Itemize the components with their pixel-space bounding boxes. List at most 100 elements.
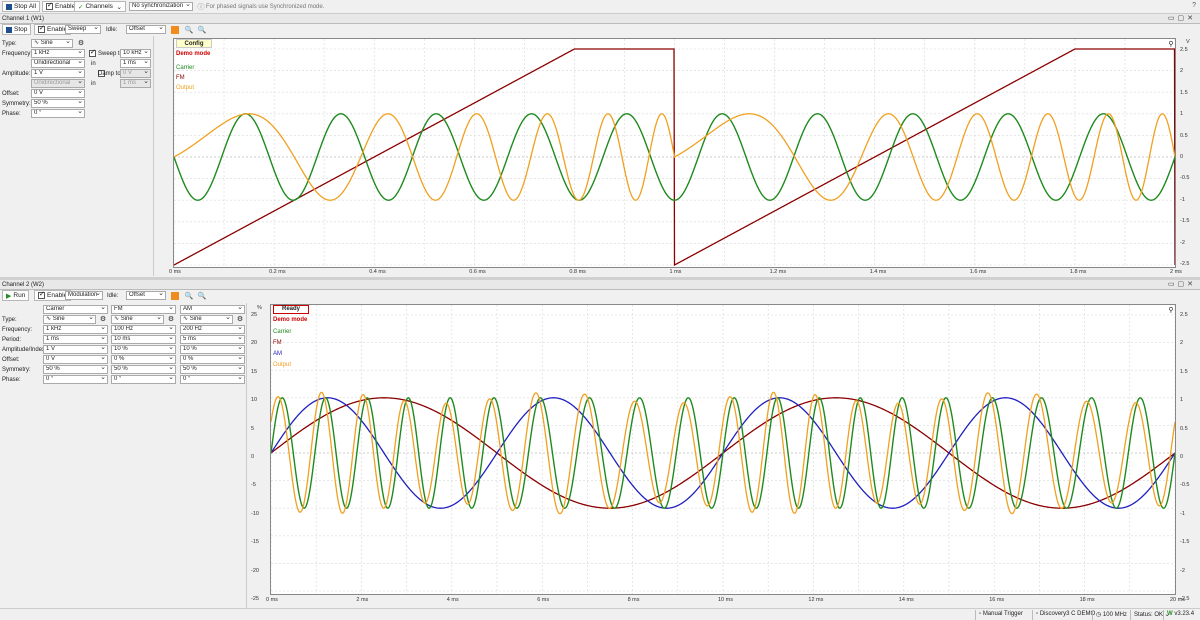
ch2-window-buttons[interactable]: ▭▢✕ bbox=[1168, 280, 1196, 288]
ch2-yr-tick-label: -1.5 bbox=[1180, 539, 1190, 546]
settings-icon[interactable]: ⚙ bbox=[166, 314, 176, 324]
sync-select[interactable]: No synchronization bbox=[129, 2, 193, 11]
ch2-legend-fm: FM bbox=[273, 340, 282, 346]
ch1-zoom-icon[interactable]: ⚲ bbox=[1166, 39, 1176, 49]
sine-icon: ∿ bbox=[183, 316, 189, 322]
ch1-x-tick-label: 1.6 ms bbox=[969, 269, 987, 275]
ch1-window-buttons[interactable]: ▭▢✕ bbox=[1168, 14, 1196, 22]
ch2-zoom-icon[interactable]: ⚲ bbox=[1166, 305, 1176, 315]
zoom-out-icon[interactable]: 🔍 bbox=[197, 291, 207, 301]
ch1-x-tick-label: 0 ms bbox=[169, 269, 181, 275]
ch2-col-header-1[interactable]: FM bbox=[111, 305, 176, 314]
ch1-y-tick-label: -2 bbox=[1180, 239, 1185, 246]
ch2-param-input[interactable]: 50 % bbox=[43, 365, 108, 374]
ch2-yl-tick-label: 20 bbox=[251, 340, 258, 347]
ch1-x-tick-label: 1 ms bbox=[669, 269, 682, 275]
ch1-damp-to-input[interactable]: 0 V bbox=[120, 69, 151, 78]
zoom-out-icon[interactable]: 🔍 bbox=[197, 25, 207, 35]
settings-icon[interactable]: ⚙ bbox=[235, 314, 245, 324]
ch2-yr-tick-label: 0.5 bbox=[1180, 425, 1188, 432]
ch2-param-input[interactable]: 0 % bbox=[180, 355, 245, 364]
ch2-col-header-0[interactable]: Carrier bbox=[43, 305, 108, 314]
ch1-in-input[interactable]: 1 ms bbox=[120, 59, 151, 68]
ch1-direction-select[interactable]: Unidirectional bbox=[31, 59, 85, 68]
ch2-param-input[interactable]: ∿ Sine bbox=[43, 315, 96, 324]
sweep-checkbox[interactable] bbox=[89, 48, 96, 57]
ch1-sym-input[interactable]: 50 % bbox=[31, 99, 85, 108]
freq-label: Frequency: bbox=[2, 51, 33, 57]
ch2-x-tick-label: 6 ms bbox=[537, 597, 550, 603]
ch2-param-input[interactable]: 5 ms bbox=[180, 335, 245, 344]
ch2-param-input[interactable]: 1 V bbox=[43, 345, 108, 354]
stop-all-button[interactable]: Stop All bbox=[2, 1, 41, 12]
ch2-param-input[interactable]: 0 % bbox=[111, 355, 176, 364]
channels-button[interactable]: ✓ Channels ⌄ bbox=[74, 1, 126, 12]
ch1-in2-input[interactable]: 1 ms bbox=[120, 79, 151, 88]
ch1-sweep-to-input[interactable]: 10 kHz bbox=[120, 49, 151, 58]
ch2-run-button[interactable]: ▶ Run bbox=[2, 290, 30, 301]
stop-icon bbox=[6, 3, 12, 10]
ch2-param-input[interactable]: 1 ms bbox=[43, 335, 108, 344]
ch2-param-input[interactable]: 50 % bbox=[180, 365, 245, 374]
ch1-mode-select[interactable]: Sweep bbox=[65, 25, 101, 34]
ch2-param-input[interactable]: 0 ° bbox=[43, 375, 108, 384]
ch2-param-input[interactable]: 1 kHz bbox=[43, 325, 108, 334]
ch2-idle-select[interactable]: Offset bbox=[126, 291, 166, 300]
ch1-direction2-select[interactable]: Unidirectional bbox=[31, 79, 85, 88]
ch2-param-input[interactable]: 50 % bbox=[111, 365, 176, 374]
lock-icon[interactable]: ⚙ bbox=[76, 38, 86, 48]
ch1-config-badge[interactable]: Config bbox=[176, 39, 212, 48]
ch2-row-label: Phase: bbox=[2, 377, 21, 383]
zoom-in-icon[interactable]: 🔍 bbox=[184, 291, 194, 301]
ch2-yr-tick-label: -2 bbox=[1180, 567, 1185, 574]
ch2-param-input[interactable]: 10 % bbox=[111, 345, 176, 354]
ch1-offset-input[interactable]: 0 V bbox=[31, 89, 85, 98]
ch1-y-tick-label: 0 bbox=[1180, 154, 1184, 160]
ch2-toolbar: ▶ Run Enable Modulation Idle: Offset 🔍 🔍 bbox=[0, 290, 1200, 302]
ch1-idle-select[interactable]: Offset bbox=[126, 25, 166, 34]
ch2-param-input[interactable]: ∿ Sine bbox=[180, 315, 233, 324]
ch1-stop-button[interactable]: Stop bbox=[2, 24, 32, 35]
ch2-param-input[interactable]: ∿ Sine bbox=[111, 315, 164, 324]
info-icon: ⓘ bbox=[197, 4, 205, 11]
help-icon[interactable]: ? bbox=[1192, 2, 1196, 9]
ch2-x-tick-label: 18 ms bbox=[1079, 597, 1095, 603]
ch1-plot[interactable]: Config Demo mode Carrier FM Output bbox=[173, 38, 1176, 268]
color-icon[interactable] bbox=[171, 292, 179, 300]
ch1-stop-label: Stop bbox=[14, 26, 28, 33]
ch1-amp-input[interactable]: 1 V bbox=[31, 69, 85, 78]
ch2-yl-tick-label: -20 bbox=[251, 567, 259, 574]
ch1-y-tick-label: -2.5 bbox=[1180, 261, 1190, 267]
ch1-type-select[interactable]: ∿ Sine bbox=[31, 39, 73, 48]
sym-label: Symmetry: bbox=[2, 101, 31, 107]
zoom-in-icon[interactable]: 🔍 bbox=[184, 25, 194, 35]
ch2-row-label: Offset: bbox=[2, 357, 20, 363]
ch2-param-input[interactable]: 10 ms bbox=[111, 335, 176, 344]
ch1-toolbar: Stop Enable Sweep Idle: Offset 🔍 🔍 bbox=[0, 24, 1200, 36]
ch1-freq-input[interactable]: 1 kHz bbox=[31, 49, 85, 58]
ch2-x-tick-label: 16 ms bbox=[989, 597, 1005, 603]
ch2-col-header-2[interactable]: AM bbox=[180, 305, 245, 314]
sine-icon: ∿ bbox=[46, 316, 52, 322]
ch2-row-label: Period: bbox=[2, 337, 22, 343]
settings-icon[interactable]: ⚙ bbox=[98, 314, 108, 324]
in2-label: in bbox=[91, 81, 96, 87]
ch2-param-input[interactable]: 200 Hz bbox=[180, 325, 245, 334]
phase-label: Phase: bbox=[2, 111, 21, 117]
ch2-param-input[interactable]: 0 ° bbox=[180, 375, 245, 384]
enable-label: Enable bbox=[55, 3, 76, 10]
ch2-mode-select[interactable]: Modulation bbox=[65, 291, 103, 300]
ch2-param-input[interactable]: 0 ° bbox=[111, 375, 176, 384]
ch1-y-tick-label: 1 bbox=[1180, 111, 1184, 118]
ch2-yl-tick-label: 5 bbox=[251, 425, 255, 432]
ch1-demo-label: Demo mode bbox=[176, 51, 211, 57]
ch2-param-input[interactable]: 10 % bbox=[180, 345, 245, 354]
ch1-phase-input[interactable]: 0 ° bbox=[31, 109, 85, 118]
ch2-param-input[interactable]: 0 V bbox=[43, 355, 108, 364]
ch1-x-tick-label: 1.8 ms bbox=[1069, 269, 1087, 275]
color-icon[interactable] bbox=[171, 26, 179, 34]
ch2-plot[interactable]: Ready Demo mode Carrier FM AM Output bbox=[270, 304, 1176, 595]
device-label: Discovery3 C DEMO bbox=[1039, 611, 1096, 617]
sync-hint: For phased signals use Synchronized mode… bbox=[206, 4, 325, 10]
ch2-param-input[interactable]: 100 Hz bbox=[111, 325, 176, 334]
